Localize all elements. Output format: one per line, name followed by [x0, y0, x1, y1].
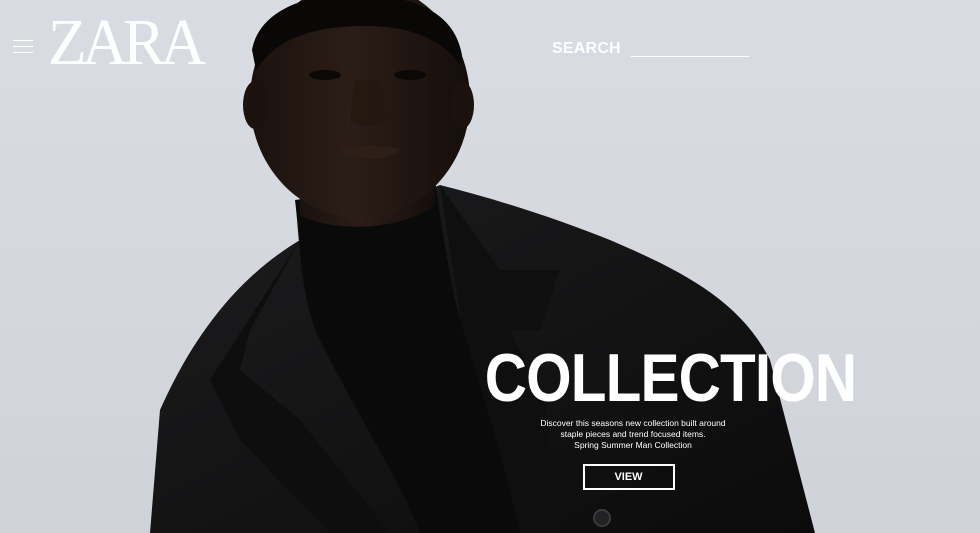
promo-description-line: Discover this seasons new collection bui…: [540, 418, 726, 428]
view-button[interactable]: VIEW: [582, 464, 675, 490]
search-input[interactable]: [630, 56, 749, 57]
collection-promo: COLLECTION Discover this seasons new col…: [460, 340, 857, 490]
hamburger-menu-icon[interactable]: [13, 40, 33, 54]
promo-description-line: staple pieces and trend focused items.: [560, 429, 706, 439]
promo-description-line: Spring Summer Man Collection: [574, 440, 692, 450]
promo-title: COLLECTION: [484, 340, 857, 416]
promo-description: Discover this seasons new collection bui…: [452, 418, 814, 451]
brand-logo[interactable]: ZARA: [48, 10, 206, 76]
search-box[interactable]: SEARCH: [552, 38, 749, 60]
hero-banner: ZARA SEARCH COLLECTION Discover this sea…: [0, 0, 980, 533]
search-label: SEARCH: [552, 40, 621, 57]
